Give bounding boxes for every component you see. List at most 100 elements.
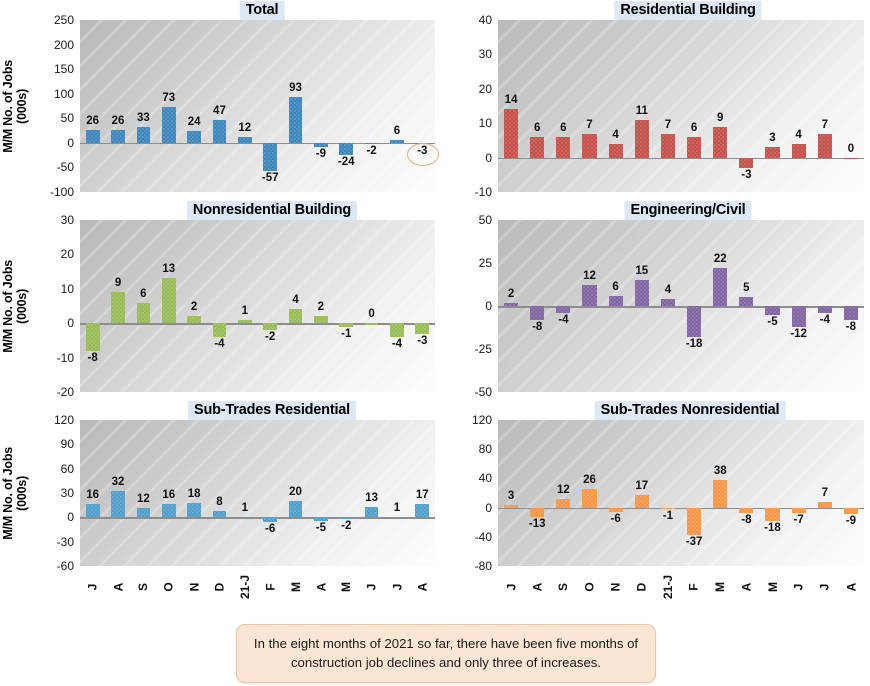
bar	[187, 502, 201, 518]
x-tick-label: A	[530, 582, 545, 592]
bar-value-label: 3	[507, 490, 515, 503]
bar	[111, 491, 125, 518]
bar-value-label: 2	[507, 287, 515, 300]
bar-value-label: 7	[664, 118, 672, 131]
bar-value-label: 9	[114, 277, 122, 290]
x-tick-label: D	[212, 582, 227, 592]
bar	[237, 319, 252, 324]
bar	[817, 306, 832, 313]
bar	[817, 133, 832, 158]
bar	[687, 306, 702, 337]
bar-value-label: 47	[213, 104, 226, 117]
bar-value-label: 33	[136, 111, 150, 124]
x-tick-label: J	[364, 583, 379, 591]
bar	[263, 323, 278, 331]
bar-value-label: -24	[337, 155, 355, 168]
y-axis-ticks: 120 80 40 0 -40 -80	[456, 400, 496, 620]
bar-value-label: 26	[583, 473, 596, 486]
bar-value-label: 4	[664, 284, 672, 297]
bar-value-label: 18	[187, 487, 201, 500]
y-axis-ticks: 40 30 20 10 0 -10	[456, 0, 496, 200]
chart-title: Residential Building	[614, 1, 762, 20]
y-tick-label: 60	[60, 461, 74, 476]
bar-value-label: 6	[140, 287, 147, 300]
bar	[634, 280, 649, 306]
bar	[765, 507, 780, 521]
bar	[314, 517, 328, 522]
bar	[791, 507, 806, 513]
bar-value-label: 12	[136, 492, 150, 505]
x-tick-label: A	[111, 582, 126, 592]
y-tick-label: 30	[60, 213, 74, 227]
bar	[791, 143, 806, 158]
chart-panel-residential-building: 40 30 20 10 0 -10 14 6 6 7 4 11 7 6 9 -3 3 4 7 0 Residential…	[440, 0, 870, 200]
y-axis-title: M/M No. of Jobs (000s)	[0, 59, 30, 153]
plot-background	[498, 20, 864, 192]
bar	[530, 507, 545, 518]
bar-value-label: -2	[366, 145, 377, 158]
y-tick-label: 20	[478, 81, 492, 96]
caption-box: In the eight months of 2021 so far, ther…	[236, 624, 656, 684]
bar	[364, 323, 379, 326]
bar-value-label: 26	[86, 115, 100, 128]
bar-value-label: 24	[187, 116, 201, 129]
y-tick-label: 80	[478, 442, 492, 457]
bar-value-label: 3	[769, 132, 776, 145]
y-tick-label: 150	[53, 62, 74, 77]
y-axis-title: M/M No. of Jobs (000s)	[0, 446, 30, 540]
y-tick-label: 25	[478, 256, 492, 270]
bar	[339, 323, 354, 328]
bar	[582, 133, 597, 158]
bar-value-label: 6	[560, 121, 567, 134]
x-tick-label: A	[415, 582, 430, 592]
bar-value-label: 13	[365, 491, 378, 504]
x-tick-label: J	[85, 583, 100, 591]
bar-value-label: -5	[767, 315, 778, 328]
chart-panel-engineering-civil: 50 25 0 -25 -50 2 -8 -4 12 6 15 4 -18 22 5 -5 -12 -4 -8 Eng…	[440, 200, 870, 400]
y-tick-label: 30	[60, 486, 74, 500]
bar-value-label: -5	[315, 522, 326, 535]
y-tick-label: -100	[49, 185, 74, 199]
x-tick-label: D	[634, 582, 649, 592]
bar-value-label: 12	[556, 483, 570, 496]
chart-panel-sub-trades-nonresidential: 120 80 40 0 -40 -80 3 -13 12 26 -6 17 -1 -37 38 -8 -18 -7…	[440, 400, 870, 620]
bar-value-label: -3	[417, 334, 428, 347]
bar	[634, 119, 649, 158]
bar	[660, 507, 676, 510]
x-tick-label: N	[608, 582, 623, 592]
bar	[687, 507, 702, 535]
bar-value-label: 26	[111, 115, 125, 128]
bar	[817, 502, 832, 508]
bar-value-label: 7	[586, 118, 593, 131]
bar-value-label: 13	[162, 263, 176, 276]
bar	[339, 517, 354, 519]
x-tick-label: S	[136, 582, 151, 592]
bar	[843, 306, 859, 320]
plot-area: -8 9 6 13 2 -4 1 -2 4 2 -1 0 -4 -3	[80, 220, 435, 392]
bar-value-label: 9	[717, 111, 724, 124]
bar	[739, 297, 754, 306]
y-axis-ticks: 250 200 150 100 50 0 -50 -100	[38, 0, 78, 200]
bar	[85, 504, 100, 518]
bar	[687, 136, 702, 158]
chart-title: Total	[239, 1, 285, 20]
x-tick-label: O	[582, 582, 597, 592]
bar-value-label: 1	[241, 304, 249, 317]
bar-value-label: 16	[86, 489, 100, 502]
bar-value-label: 0	[368, 308, 375, 321]
x-tick-label: J	[389, 583, 404, 591]
bar	[339, 142, 354, 155]
y-tick-label: -50	[474, 385, 492, 399]
chart-title: Sub-Trades Nonresidential	[594, 401, 786, 420]
x-tick-label: A	[313, 582, 328, 592]
chart-title: Nonresidential Building	[186, 201, 358, 220]
bar	[556, 306, 571, 313]
y-tick-label: 0	[67, 135, 74, 150]
plot-background	[80, 20, 435, 192]
plot-background	[80, 220, 435, 392]
bar-value-label: 73	[162, 91, 176, 104]
x-tick-label: M	[765, 582, 780, 592]
x-tick-label: A	[843, 582, 858, 592]
bar	[660, 299, 676, 306]
bar-value-label: -2	[341, 519, 352, 532]
